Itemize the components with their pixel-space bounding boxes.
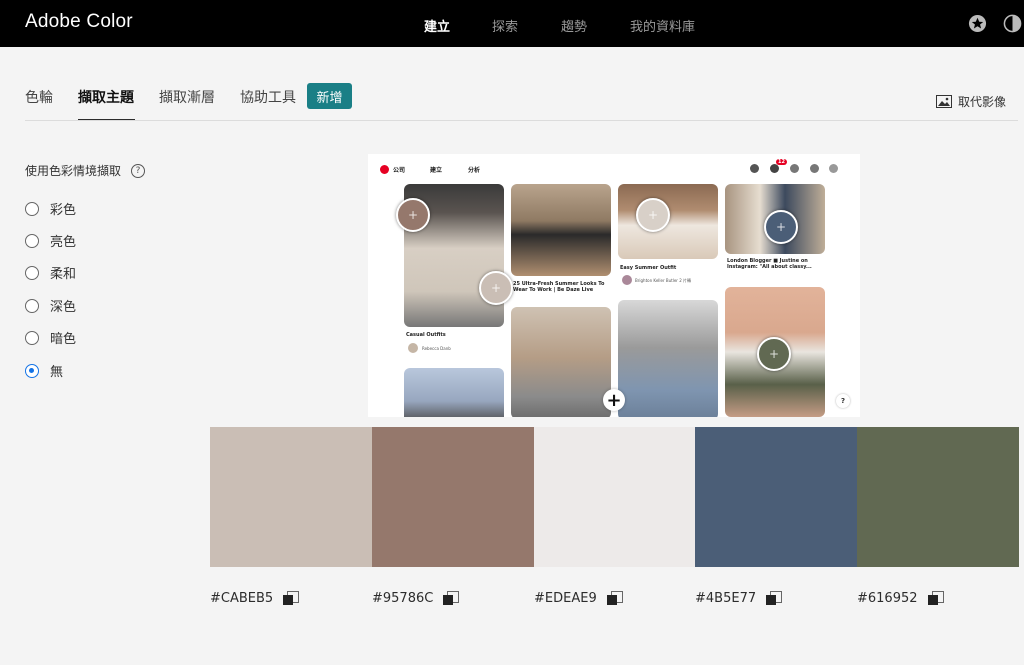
- nav-tab-trends[interactable]: 趨勢: [561, 16, 587, 35]
- radio-button[interactable]: [25, 330, 39, 345]
- color-swatch-1[interactable]: [210, 427, 372, 567]
- new-badge: 新增: [307, 83, 352, 109]
- copy-icon[interactable]: [443, 591, 460, 606]
- radio-button[interactable]: [25, 298, 39, 313]
- image-caption: Casual Outfits: [406, 332, 446, 338]
- divider: [25, 120, 1018, 121]
- source-image[interactable]: 公司 建立 分析 12 Casual Outfits Rebecca Danb …: [368, 154, 860, 417]
- radio-button-checked[interactable]: [25, 363, 39, 378]
- hex-code[interactable]: #95786C: [372, 591, 433, 606]
- star-icon[interactable]: [968, 14, 987, 33]
- image-tile: [511, 184, 611, 276]
- mood-option-label: 無: [50, 365, 64, 380]
- hex-value-2: #95786C: [372, 591, 460, 606]
- radio-button[interactable]: [25, 265, 39, 280]
- bell-icon: [770, 164, 779, 173]
- copy-icon[interactable]: [766, 591, 783, 606]
- mood-option-label: 柔和: [50, 267, 77, 282]
- image-text: 建立: [430, 167, 443, 174]
- logo-icon: [380, 165, 389, 174]
- image-caption: Easy Summer Outfit: [620, 265, 677, 271]
- mood-option-none[interactable]: 無: [25, 361, 63, 380]
- copy-icon[interactable]: [927, 591, 944, 606]
- color-mood-label: 使用色彩情境擷取: [25, 164, 122, 178]
- mood-option-label: 亮色: [50, 235, 77, 250]
- color-picker-marker[interactable]: +: [396, 198, 430, 232]
- hex-code[interactable]: #616952: [857, 591, 918, 606]
- mood-option-muted[interactable]: 柔和: [25, 263, 76, 282]
- notification-badge: 12: [776, 159, 787, 165]
- mood-option-label: 彩色: [50, 203, 77, 218]
- color-swatch-3[interactable]: [534, 427, 696, 567]
- avatar: [408, 343, 418, 353]
- color-picker-marker[interactable]: +: [479, 271, 513, 305]
- color-picker-marker[interactable]: +: [636, 198, 670, 232]
- nav-tab-create[interactable]: 建立: [424, 16, 450, 35]
- mood-option-dark[interactable]: 暗色: [25, 328, 76, 347]
- image-caption: London Blogger ■ Justine on Instagram: "…: [727, 258, 812, 270]
- tab-accessibility-tools[interactable]: 協助工具: [240, 87, 296, 107]
- image-text: 分析: [468, 167, 481, 174]
- tab-color-wheel[interactable]: 色輪: [25, 87, 53, 107]
- color-picker-marker[interactable]: +: [764, 210, 798, 244]
- color-swatch-5[interactable]: [857, 427, 1019, 567]
- mood-option-colorful[interactable]: 彩色: [25, 199, 76, 218]
- image-toolbar: 公司 建立 分析 12: [368, 154, 860, 184]
- image-icon: [935, 95, 952, 108]
- avatar: [622, 275, 632, 285]
- image-caption: Rebecca Danb: [422, 346, 451, 351]
- mood-option-bright[interactable]: 亮色: [25, 231, 76, 250]
- image-tile: [511, 307, 611, 417]
- hex-value-4: #4B5E77: [695, 591, 783, 606]
- copy-icon[interactable]: [606, 591, 623, 606]
- hex-value-5: #616952: [857, 591, 944, 606]
- image-caption: 25 Ultra-Fresh Summer Looks To Wear To W…: [513, 281, 605, 293]
- replace-image-button[interactable]: 取代影像: [935, 93, 1006, 110]
- mood-option-deep[interactable]: 深色: [25, 296, 76, 315]
- tab-extract-theme[interactable]: 擷取主題: [78, 87, 134, 107]
- image-caption: Brighton Keller Butler 2 片轉: [635, 278, 692, 283]
- image-tile: [404, 368, 504, 417]
- top-bar: Adobe Color 建立 探索 趨勢 我的資料庫: [0, 0, 1024, 47]
- copy-icon[interactable]: [283, 591, 300, 606]
- hex-code[interactable]: #CABEB5: [210, 591, 273, 606]
- hex-value-3: #EDEAE9: [534, 591, 623, 606]
- image-tile: [618, 300, 718, 417]
- radio-button[interactable]: [25, 233, 39, 248]
- replace-image-label: 取代影像: [957, 95, 1006, 109]
- chat-icon: [790, 164, 799, 173]
- color-picker-marker[interactable]: +: [757, 337, 791, 371]
- add-icon: +: [603, 389, 625, 411]
- mood-option-label: 深色: [50, 300, 77, 315]
- image-text: 公司: [393, 167, 406, 174]
- color-swatch-4[interactable]: [695, 427, 857, 567]
- hex-code[interactable]: #EDEAE9: [534, 591, 597, 606]
- search-icon: [750, 164, 759, 173]
- share-icon: [810, 164, 819, 173]
- radio-button[interactable]: [25, 201, 39, 216]
- avatar: [829, 164, 838, 173]
- app-title[interactable]: Adobe Color: [25, 11, 133, 33]
- hex-code[interactable]: #4B5E77: [695, 591, 756, 606]
- nav-tab-my-library[interactable]: 我的資料庫: [630, 16, 695, 35]
- color-mood-heading: 使用色彩情境擷取 ?: [25, 162, 146, 179]
- tab-extract-gradient[interactable]: 擷取漸層: [159, 87, 215, 107]
- hex-value-1: #CABEB5: [210, 591, 300, 606]
- theme-toggle-icon[interactable]: [1003, 14, 1022, 33]
- nav-tab-explore[interactable]: 探索: [492, 16, 518, 35]
- help-icon: ?: [836, 394, 850, 408]
- help-icon[interactable]: ?: [131, 163, 146, 178]
- mood-option-label: 暗色: [50, 332, 77, 347]
- color-swatch-2[interactable]: [372, 427, 534, 567]
